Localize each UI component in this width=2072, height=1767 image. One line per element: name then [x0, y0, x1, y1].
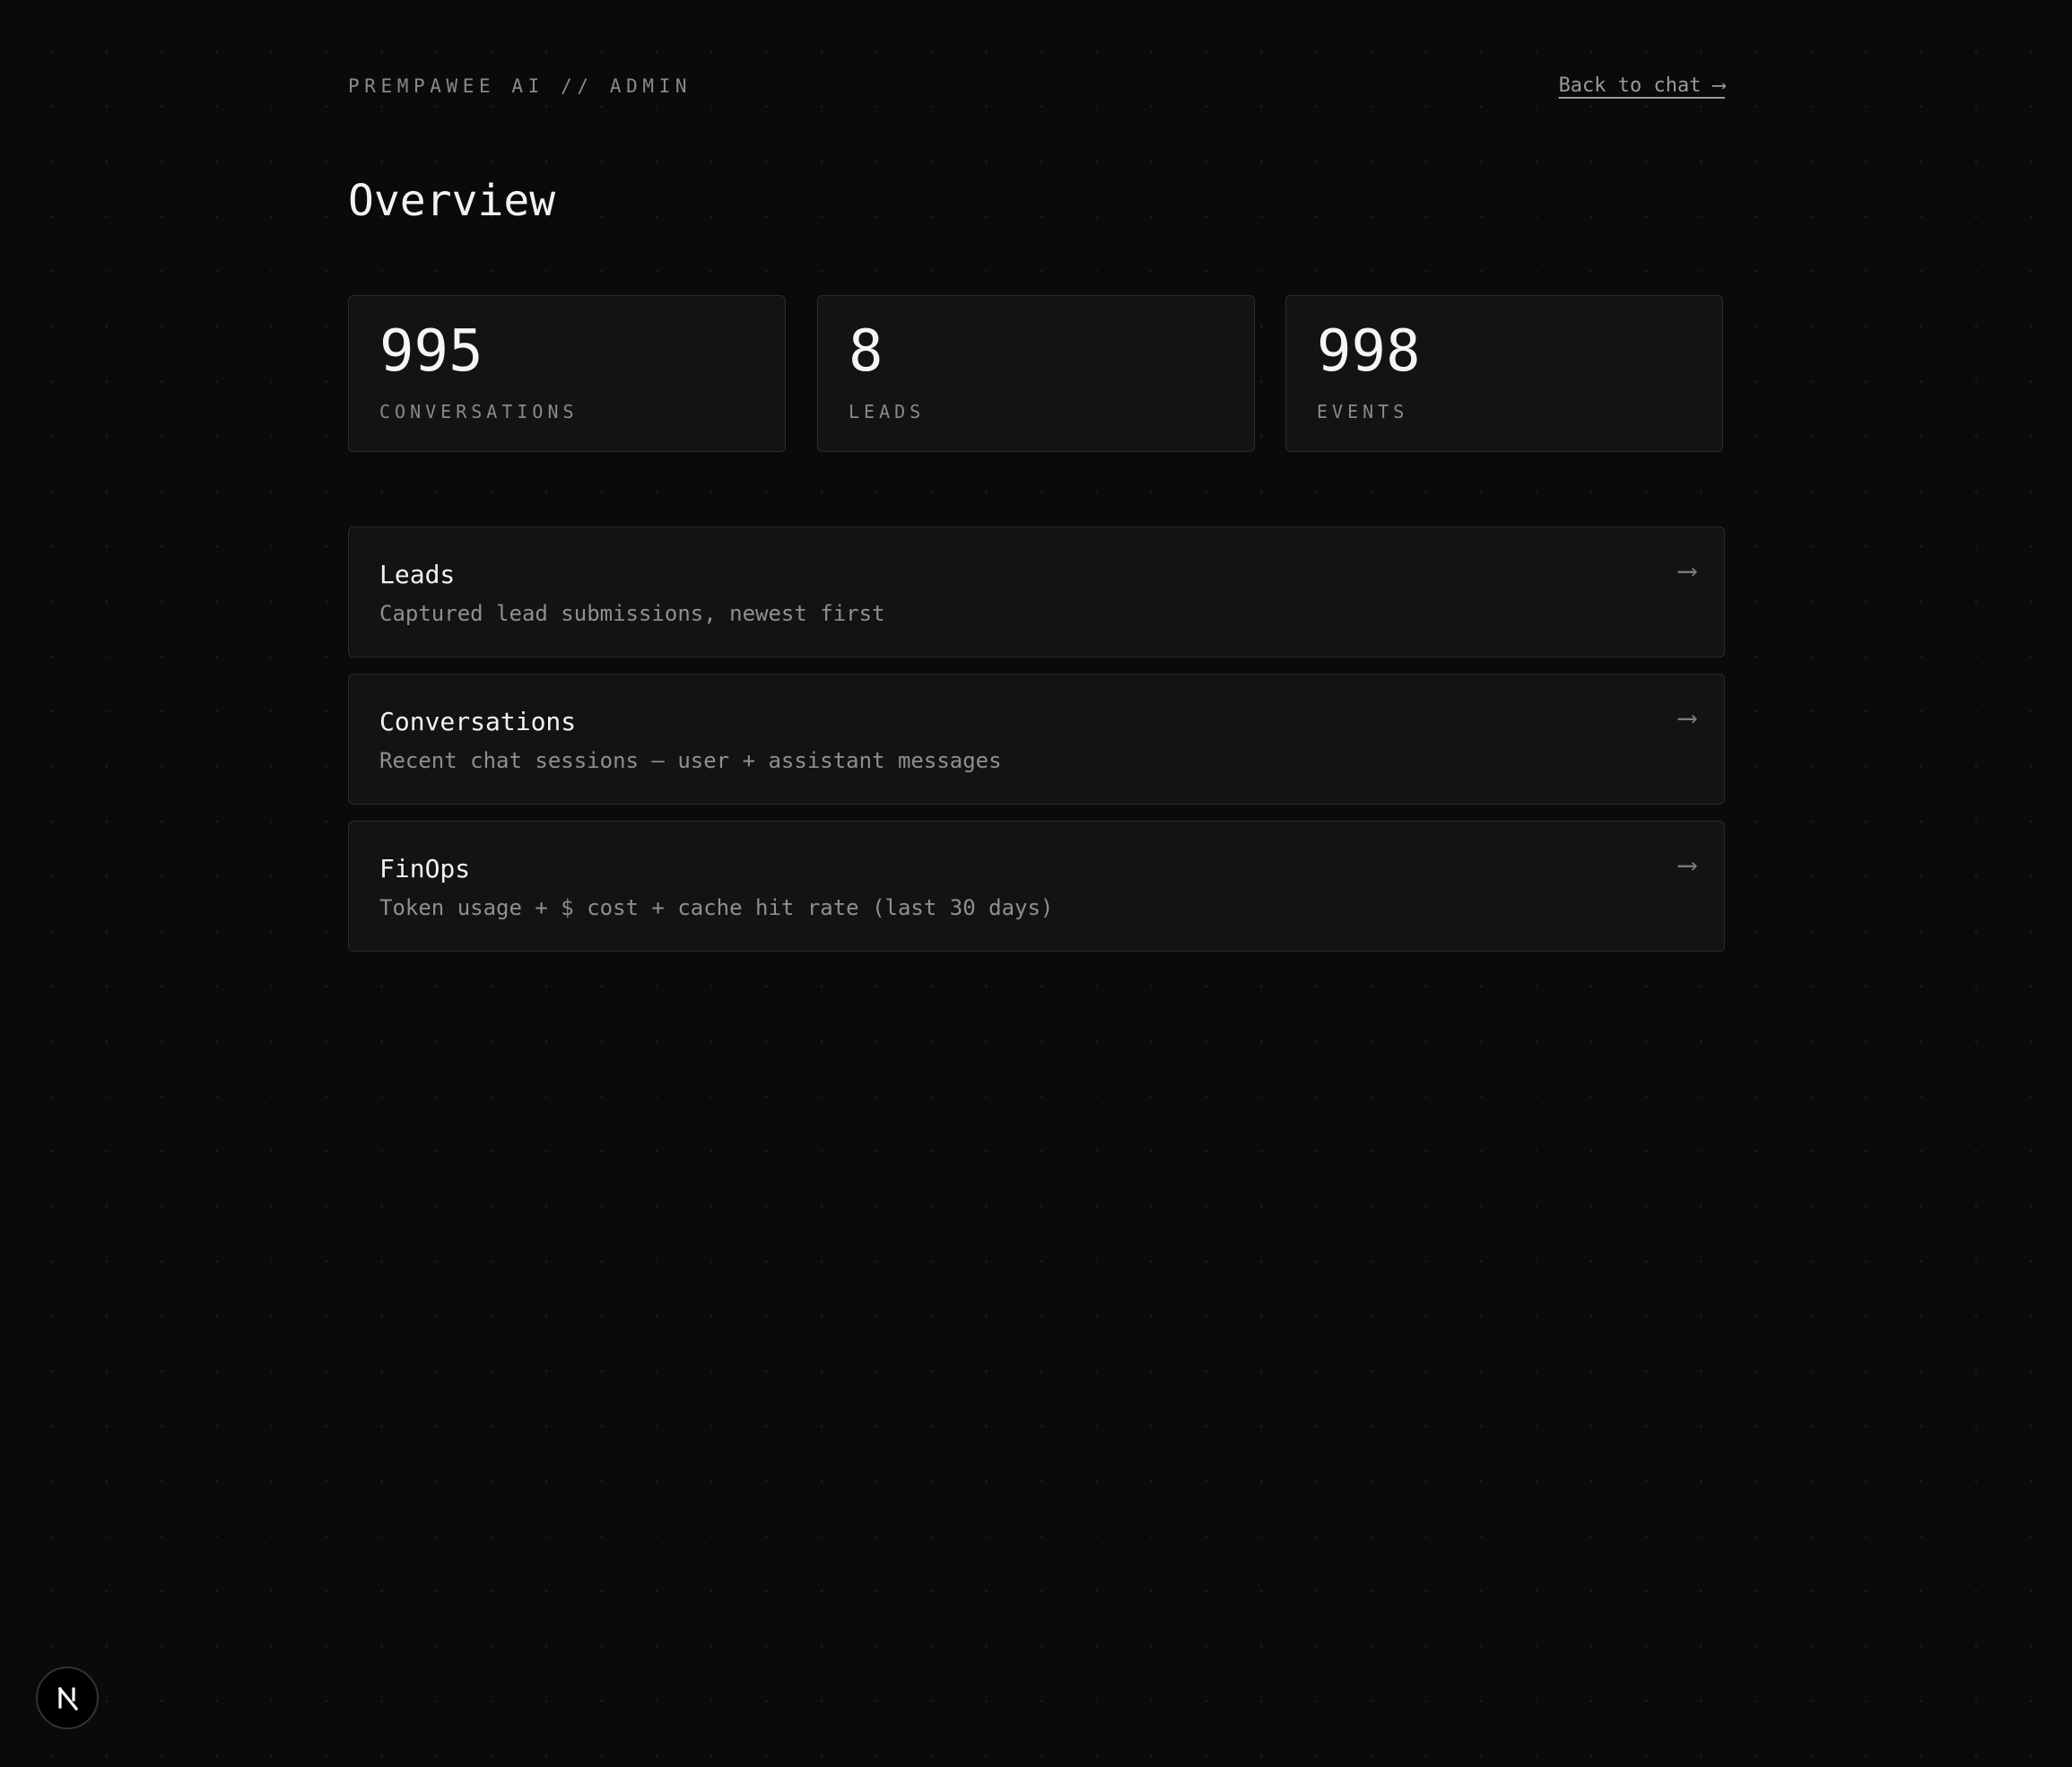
nav-card-description: Token usage + $ cost + cache hit rate (l… [379, 895, 1054, 920]
stat-value: 8 [849, 318, 884, 385]
stats-row: 995 CONVERSATIONS 8 LEADS 998 EVENTS [348, 295, 1725, 454]
nextjs-logo-icon [57, 1686, 79, 1711]
nextjs-dev-badge[interactable] [36, 1667, 99, 1729]
back-to-chat-link[interactable]: Back to chat ⟶ [1559, 74, 1725, 97]
stat-label: EVENTS [1317, 401, 1409, 422]
nav-card-description: Recent chat sessions — user + assistant … [379, 748, 1002, 773]
arrow-right-icon: ⟶ [1678, 702, 1695, 734]
stat-card-leads: 8 LEADS [817, 295, 1255, 452]
page-title: Overview [348, 176, 556, 226]
nav-card-title: Conversations [379, 707, 577, 736]
nav-card-description: Captured lead submissions, newest first [379, 601, 885, 626]
nav-card-title: FinOps [379, 854, 471, 884]
stat-label: CONVERSATIONS [379, 401, 579, 422]
stat-card-events: 998 EVENTS [1285, 295, 1723, 452]
nav-card-finops[interactable]: FinOps Token usage + $ cost + cache hit … [348, 821, 1725, 952]
arrow-right-icon: ⟶ [1678, 555, 1695, 587]
nav-card-title: Leads [379, 560, 456, 589]
stat-value: 995 [379, 318, 483, 385]
nav-card-leads[interactable]: Leads Captured lead submissions, newest … [348, 527, 1725, 657]
stat-label: LEADS [849, 401, 926, 422]
brand-label: PREMPAWEE AI // ADMIN [348, 75, 692, 97]
stat-value: 998 [1317, 318, 1421, 385]
top-bar: PREMPAWEE AI // ADMIN Back to chat ⟶ [348, 72, 1725, 104]
arrow-right-icon: ⟶ [1678, 849, 1695, 881]
nav-card-conversations[interactable]: Conversations Recent chat sessions — use… [348, 674, 1725, 805]
stat-card-conversations: 995 CONVERSATIONS [348, 295, 786, 452]
